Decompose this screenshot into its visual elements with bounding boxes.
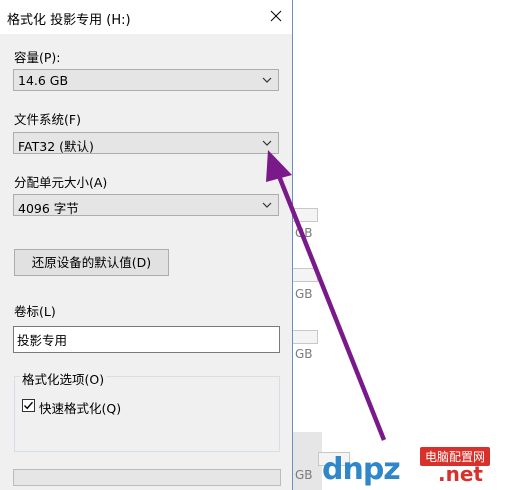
format-options-title: 格式化选项(O) bbox=[20, 369, 107, 388]
filesystem-dropdown[interactable]: FAT32 (默认) bbox=[13, 132, 279, 154]
volume-label-input[interactable] bbox=[17, 331, 272, 348]
background-text: GB bbox=[295, 226, 313, 240]
background-field bbox=[292, 268, 318, 282]
capacity-label: 容量(P): bbox=[14, 50, 61, 65]
filesystem-value: FAT32 (默认) bbox=[18, 139, 94, 154]
background-text: GB bbox=[295, 287, 313, 301]
capacity-dropdown[interactable]: 14.6 GB bbox=[13, 69, 279, 91]
background-field bbox=[292, 330, 318, 344]
title-bar: 格式化 投影专用 (H:) bbox=[0, 0, 292, 34]
watermark-brand: dnpz bbox=[322, 452, 401, 487]
allocation-value: 4096 字节 bbox=[18, 201, 79, 216]
restore-defaults-button[interactable]: 还原设备的默认值(D) bbox=[14, 249, 169, 276]
chevron-down-icon bbox=[262, 202, 272, 208]
background-window: GB GB GB GB bbox=[292, 0, 506, 490]
allocation-label: 分配单元大小(A) bbox=[14, 175, 108, 190]
filesystem-label: 文件系统(F) bbox=[14, 112, 81, 127]
capacity-value: 14.6 GB bbox=[18, 73, 69, 88]
window-title: 格式化 投影专用 (H:) bbox=[7, 13, 131, 28]
background-field bbox=[292, 208, 318, 222]
chevron-down-icon bbox=[262, 140, 272, 146]
volume-label-field[interactable] bbox=[13, 326, 280, 353]
format-progress-bar bbox=[13, 469, 281, 486]
background-text: GB bbox=[295, 347, 313, 361]
chevron-down-icon bbox=[262, 77, 272, 83]
allocation-dropdown[interactable]: 4096 字节 bbox=[13, 194, 279, 216]
quick-format-label: 快速格式化(Q) bbox=[39, 401, 122, 416]
checkmark-icon bbox=[23, 401, 34, 410]
watermark-logo: dnpz 电脑配置网 .net bbox=[320, 445, 506, 490]
close-icon bbox=[270, 10, 282, 22]
quick-format-checkbox[interactable] bbox=[22, 399, 35, 412]
format-dialog: 格式化 投影专用 (H:) 容量(P): 14.6 GB 文件系统(F) FAT… bbox=[0, 0, 293, 490]
close-button[interactable] bbox=[266, 6, 286, 26]
watermark-tld: .net bbox=[438, 462, 483, 486]
background-text: GB bbox=[295, 468, 313, 482]
volume-label-caption: 卷标(L) bbox=[14, 304, 56, 319]
